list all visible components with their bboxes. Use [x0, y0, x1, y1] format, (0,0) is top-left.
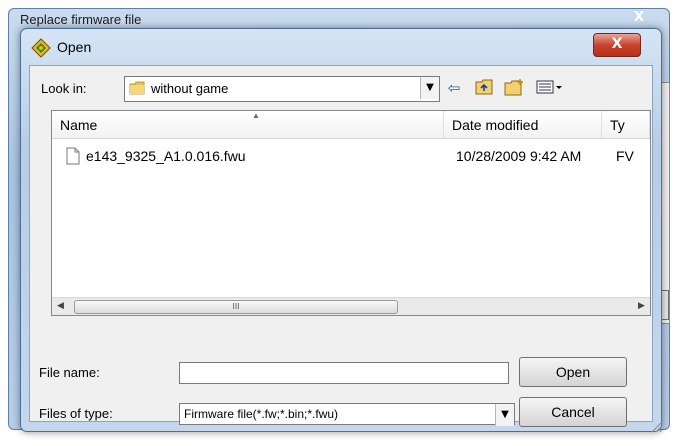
file-type-dropdown[interactable]: Firmware file(*.fw;*.bin;*.fwu) ▼ [179, 403, 515, 426]
background-window-title: Replace firmware file [20, 12, 142, 27]
chevron-down-icon[interactable]: ▼ [495, 404, 514, 426]
dialog-title: Open [57, 39, 92, 55]
look-in-value: without game [151, 81, 229, 96]
file-name-label: File name: [39, 365, 100, 380]
scroll-thumb[interactable]: III [74, 300, 398, 314]
sort-up-icon: ▲ [252, 111, 260, 120]
background-close-button[interactable]: X [620, 9, 658, 27]
file-list[interactable]: Name ▲ Date modified Ty e143_9325_A1.0.0… [51, 110, 651, 316]
scroll-left-icon[interactable]: ◀ [52, 298, 69, 315]
file-name-input[interactable] [179, 362, 509, 384]
chevron-down-icon[interactable]: ▼ [420, 77, 439, 99]
column-header-type[interactable]: Ty [602, 111, 650, 139]
horizontal-scrollbar[interactable]: ◀ III ▶ [52, 297, 650, 315]
file-icon [66, 147, 80, 165]
column-header-name[interactable]: Name ▲ [52, 111, 444, 139]
file-type-label: Files of type: [39, 406, 113, 421]
new-folder-icon[interactable] [503, 78, 525, 98]
file-date: 10/28/2009 9:42 AM [456, 148, 582, 164]
dialog-close-button[interactable]: X [593, 33, 641, 57]
look-in-label: Look in: [41, 81, 87, 96]
file-name: e143_9325_A1.0.016.fwu [86, 148, 246, 164]
file-type: FV [616, 148, 634, 164]
open-dialog: Open X Look in: without game ▼ ⇦ Name ▲ … [20, 28, 663, 433]
list-item[interactable]: e143_9325_A1.0.016.fwu 10/28/2009 9:42 A… [52, 147, 650, 167]
back-arrow-icon[interactable]: ⇦ [443, 78, 465, 98]
column-header-date[interactable]: Date modified [444, 111, 602, 139]
resize-grip-icon[interactable] [649, 419, 663, 433]
folder-icon [129, 81, 145, 95]
look-in-dropdown[interactable]: without game ▼ [124, 76, 440, 102]
view-menu-icon[interactable] [535, 78, 565, 98]
file-type-value: Firmware file(*.fw;*.bin;*.fwu) [184, 407, 339, 421]
open-button[interactable]: Open [519, 357, 627, 387]
cancel-button[interactable]: Cancel [519, 397, 627, 427]
up-folder-icon[interactable] [473, 78, 495, 98]
column-name-label: Name [60, 117, 98, 133]
app-icon [31, 38, 51, 58]
column-type-label: Ty [610, 117, 625, 133]
column-date-label: Date modified [452, 117, 539, 133]
scroll-right-icon[interactable]: ▶ [633, 298, 650, 315]
